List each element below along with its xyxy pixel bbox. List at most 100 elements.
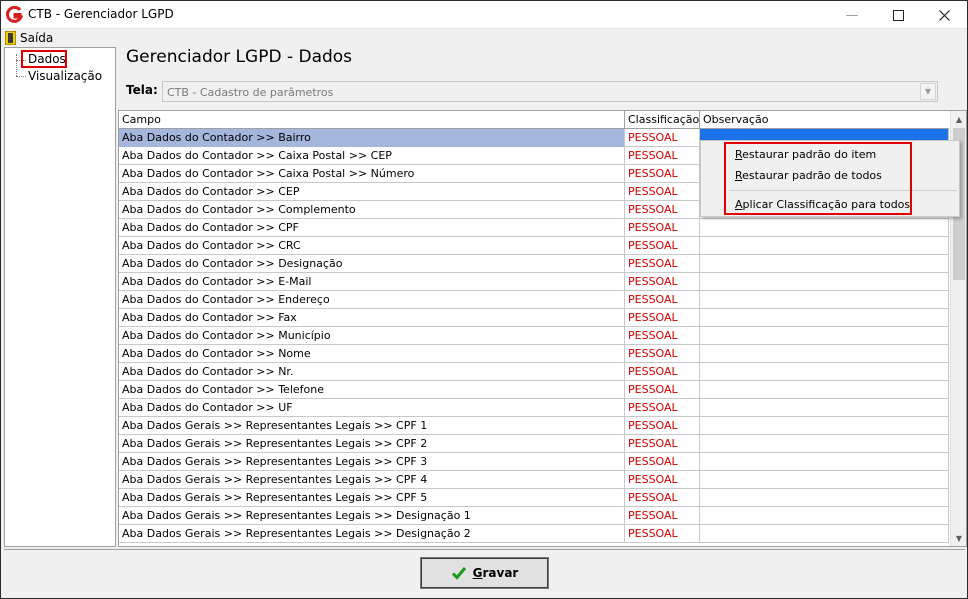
cell-campo[interactable]: Aba Dados do Contador >> UF (119, 399, 625, 417)
cell-campo[interactable]: Aba Dados Gerais >> Representantes Legai… (119, 417, 625, 435)
cell-classificacao[interactable]: PESSOAL (625, 165, 700, 183)
cell-classificacao[interactable]: PESSOAL (625, 363, 700, 381)
cell-campo[interactable]: Aba Dados do Contador >> Complemento (119, 201, 625, 219)
cell-classificacao[interactable]: PESSOAL (625, 129, 700, 147)
window-title: CTB - Gerenciador LGPD (28, 7, 174, 21)
cell-campo[interactable]: Aba Dados Gerais >> Representantes Legai… (119, 525, 625, 543)
cell-campo[interactable]: Aba Dados do Contador >> Designação (119, 255, 625, 273)
cell-classificacao[interactable]: PESSOAL (625, 417, 700, 435)
table-row[interactable]: Aba Dados Gerais >> Representantes Legai… (119, 507, 949, 525)
cell-classificacao[interactable]: PESSOAL (625, 219, 700, 237)
cell-campo[interactable]: Aba Dados do Contador >> CEP (119, 183, 625, 201)
cell-observacao[interactable] (700, 525, 949, 543)
cell-campo[interactable]: Aba Dados do Contador >> Nr. (119, 363, 625, 381)
cell-classificacao[interactable]: PESSOAL (625, 147, 700, 165)
table-row[interactable]: Aba Dados do Contador >> Nome PESSOAL (119, 345, 949, 363)
column-header-campo[interactable]: Campo (119, 111, 625, 129)
cell-observacao[interactable] (700, 471, 949, 489)
table-row[interactable]: Aba Dados do Contador >> Município PESSOA… (119, 327, 949, 345)
cell-campo[interactable]: Aba Dados do Contador >> Endereço (119, 291, 625, 309)
table-row[interactable]: Aba Dados Gerais >> Representantes Legai… (119, 525, 949, 543)
tree-item-visualizacao[interactable]: Visualização (28, 69, 102, 83)
cell-observacao[interactable] (700, 273, 949, 291)
page-title: Gerenciador LGPD - Dados (126, 47, 353, 67)
cell-observacao[interactable] (700, 345, 949, 363)
table-row[interactable]: Aba Dados Gerais >> Representantes Legai… (119, 471, 949, 489)
cell-campo[interactable]: Aba Dados do Contador >> Caixa Postal >>… (119, 165, 625, 183)
menu-exit[interactable]: Saída (5, 30, 53, 46)
scroll-down-icon[interactable]: ▼ (951, 530, 966, 546)
cell-observacao[interactable] (700, 363, 949, 381)
column-header-classificacao[interactable]: Classificação (625, 111, 700, 129)
cell-classificacao[interactable]: PESSOAL (625, 345, 700, 363)
cell-campo[interactable]: Aba Dados do Contador >> CPF (119, 219, 625, 237)
cell-campo[interactable]: Aba Dados do Contador >> Nome (119, 345, 625, 363)
footer-divider (4, 549, 965, 550)
cell-observacao[interactable] (700, 309, 949, 327)
cell-campo[interactable]: Aba Dados do Contador >> Bairro (119, 129, 625, 147)
cell-classificacao[interactable]: PESSOAL (625, 525, 700, 543)
cell-classificacao[interactable]: PESSOAL (625, 471, 700, 489)
cell-observacao[interactable] (700, 507, 949, 525)
table-row[interactable]: Aba Dados do Contador >> E-Mail PESSOAL (119, 273, 949, 291)
table-row[interactable]: Aba Dados do Contador >> Endereço PESSOAL (119, 291, 949, 309)
save-button[interactable]: Gravar (420, 557, 549, 589)
cell-classificacao[interactable]: PESSOAL (625, 183, 700, 201)
cell-observacao[interactable] (700, 399, 949, 417)
cell-campo[interactable]: Aba Dados do Contador >> Município (119, 327, 625, 345)
table-row[interactable]: Aba Dados Gerais >> Representantes Legai… (119, 417, 949, 435)
table-row[interactable]: Aba Dados do Contador >> Telefone PESSOAL (119, 381, 949, 399)
table-row[interactable]: Aba Dados do Contador >> Nr. PESSOAL (119, 363, 949, 381)
cell-observacao[interactable] (700, 237, 949, 255)
cell-classificacao[interactable]: PESSOAL (625, 399, 700, 417)
table-row[interactable]: Aba Dados do Contador >> Designação PESSO… (119, 255, 949, 273)
dropdown-arrow-icon[interactable]: ▼ (920, 83, 936, 100)
cell-classificacao[interactable]: PESSOAL (625, 273, 700, 291)
table-row[interactable]: Aba Dados Gerais >> Representantes Legai… (119, 435, 949, 453)
tela-select[interactable]: CTB - Cadastro de parâmetros ▼ (162, 81, 938, 102)
table-row[interactable]: Aba Dados do Contador >> UF PESSOAL (119, 399, 949, 417)
maximize-button[interactable] (875, 1, 921, 29)
title-bar: CTB - Gerenciador LGPD — (1, 1, 967, 29)
cell-classificacao[interactable]: PESSOAL (625, 201, 700, 219)
menu-exit-label: Saída (20, 31, 54, 45)
cell-observacao[interactable] (700, 489, 949, 507)
cell-campo[interactable]: Aba Dados do Contador >> Telefone (119, 381, 625, 399)
table-row[interactable]: Aba Dados Gerais >> Representantes Legai… (119, 489, 949, 507)
cell-classificacao[interactable]: PESSOAL (625, 381, 700, 399)
cell-campo[interactable]: Aba Dados Gerais >> Representantes Legai… (119, 471, 625, 489)
cell-classificacao[interactable]: PESSOAL (625, 255, 700, 273)
cell-observacao[interactable] (700, 381, 949, 399)
close-button[interactable] (921, 1, 967, 29)
cell-campo[interactable]: Aba Dados do Contador >> CRC (119, 237, 625, 255)
cell-campo[interactable]: Aba Dados do Contador >> E-Mail (119, 273, 625, 291)
cell-classificacao[interactable]: PESSOAL (625, 453, 700, 471)
cell-classificacao[interactable]: PESSOAL (625, 237, 700, 255)
cell-classificacao[interactable]: PESSOAL (625, 489, 700, 507)
cell-classificacao[interactable]: PESSOAL (625, 327, 700, 345)
cell-campo[interactable]: Aba Dados Gerais >> Representantes Legai… (119, 489, 625, 507)
cell-classificacao[interactable]: PESSOAL (625, 507, 700, 525)
table-row[interactable]: Aba Dados Gerais >> Representantes Legai… (119, 453, 949, 471)
cell-campo[interactable]: Aba Dados Gerais >> Representantes Legai… (119, 453, 625, 471)
cell-classificacao[interactable]: PESSOAL (625, 435, 700, 453)
cell-observacao[interactable] (700, 417, 949, 435)
cell-observacao[interactable] (700, 291, 949, 309)
cell-campo[interactable]: Aba Dados do Contador >> Caixa Postal >>… (119, 147, 625, 165)
scroll-up-icon[interactable]: ▲ (951, 111, 966, 127)
cell-observacao[interactable] (700, 435, 949, 453)
table-row[interactable]: Aba Dados do Contador >> CRC PESSOAL (119, 237, 949, 255)
cell-campo[interactable]: Aba Dados do Contador >> Fax (119, 309, 625, 327)
cell-campo[interactable]: Aba Dados Gerais >> Representantes Legai… (119, 435, 625, 453)
cell-observacao[interactable] (700, 219, 949, 237)
cell-campo[interactable]: Aba Dados Gerais >> Representantes Legai… (119, 507, 625, 525)
cell-observacao[interactable] (700, 255, 949, 273)
table-row[interactable]: Aba Dados do Contador >> CPF PESSOAL (119, 219, 949, 237)
cell-classificacao[interactable]: PESSOAL (625, 291, 700, 309)
cell-classificacao[interactable]: PESSOAL (625, 309, 700, 327)
table-row[interactable]: Aba Dados do Contador >> Fax PESSOAL (119, 309, 949, 327)
cell-observacao[interactable] (700, 327, 949, 345)
cell-observacao[interactable] (700, 453, 949, 471)
minimize-button[interactable]: — (829, 1, 875, 29)
column-header-observacao[interactable]: Observação (700, 111, 949, 129)
